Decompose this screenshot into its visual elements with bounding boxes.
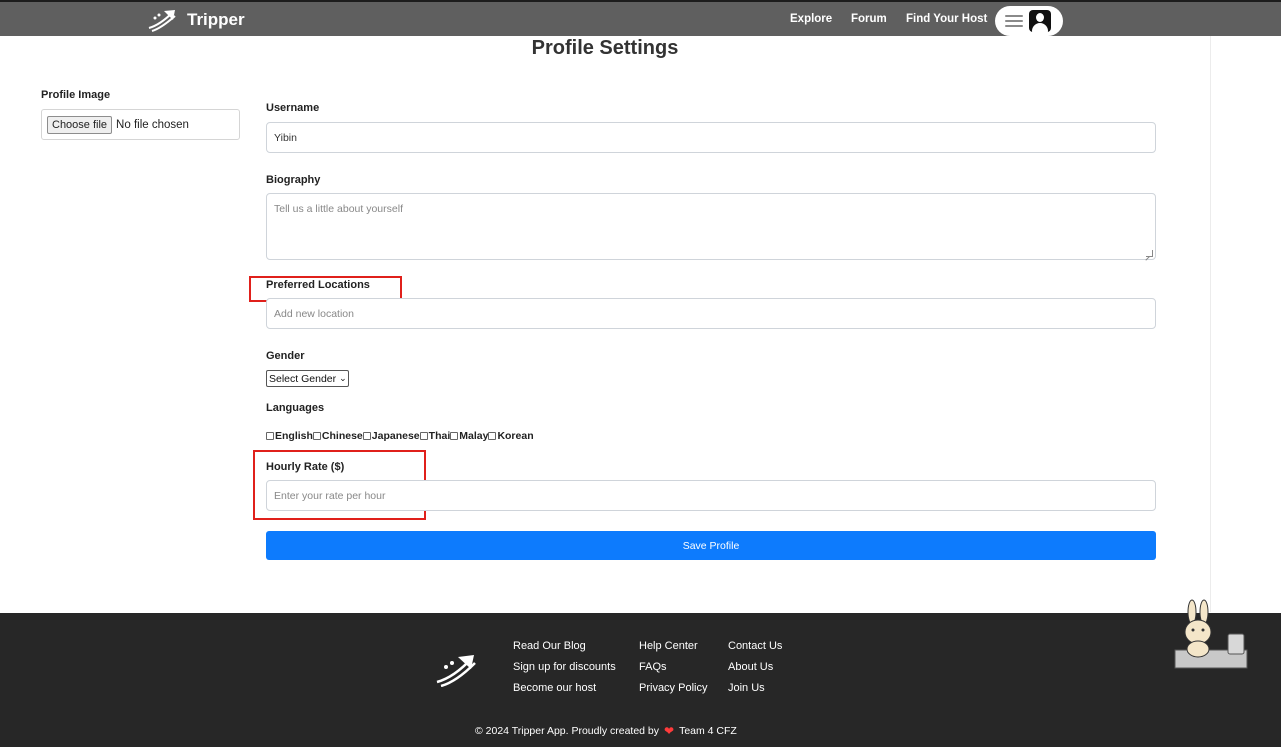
username-label: Username	[266, 102, 320, 114]
save-profile-button[interactable]: Save Profile	[266, 531, 1156, 560]
language-option-malay[interactable]: Malay	[450, 430, 488, 442]
checkbox[interactable]	[312, 432, 321, 440]
footer-link-sign-up-for-discounts[interactable]: Sign up for discounts	[513, 661, 616, 673]
user-icon	[1029, 10, 1051, 32]
content-border	[1210, 36, 1211, 612]
file-status: No file chosen	[116, 118, 189, 131]
languages-group: English Chinese Japanese Thai Malay Kore…	[266, 430, 534, 442]
resize-handle-icon[interactable]	[1146, 250, 1153, 257]
profile-image-label: Profile Image	[41, 89, 111, 101]
profile-image-input[interactable]: Choose file No file chosen	[41, 109, 240, 140]
nav-link-forum[interactable]: Forum	[851, 13, 887, 25]
heart-icon: ❤	[664, 724, 675, 738]
languages-label: Languages	[266, 402, 325, 414]
footer-link-faqs[interactable]: FAQs	[639, 661, 667, 673]
copyright-prefix: © 2024 Tripper App. Proudly created by	[475, 725, 660, 737]
brand[interactable]: Tripper	[146, 8, 245, 32]
location-input[interactable]: Add new location	[266, 298, 1156, 329]
footer-link-help-center[interactable]: Help Center	[639, 640, 698, 652]
footer-link-become-our-host[interactable]: Become our host	[513, 682, 596, 694]
footer-logo-icon	[436, 655, 476, 687]
footer-link-contact-us[interactable]: Contact Us	[728, 640, 782, 652]
footer-link-read-our-blog[interactable]: Read Our Blog	[513, 640, 586, 652]
copyright: © 2024 Tripper App. Proudly created by ❤…	[475, 724, 737, 738]
mascot-image	[1174, 599, 1248, 669]
footer-link-join-us[interactable]: Join Us	[728, 682, 765, 694]
language-option-korean[interactable]: Korean	[488, 430, 534, 442]
checkbox[interactable]	[488, 432, 497, 440]
language-option-japanese[interactable]: Japanese	[362, 430, 420, 442]
nav-link-explore[interactable]: Explore	[790, 13, 832, 25]
chevron-down-icon: ⌄	[339, 373, 347, 383]
copyright-suffix: Team 4 CFZ	[679, 725, 737, 737]
logo-icon	[148, 10, 176, 32]
nav-link-find-your-host[interactable]: Find Your Host	[906, 13, 987, 25]
page-title: Profile Settings	[531, 37, 679, 59]
checkbox[interactable]	[362, 432, 371, 440]
brand-name: Tripper	[187, 10, 245, 29]
checkbox[interactable]	[419, 432, 428, 440]
username-input[interactable]: Yibin	[266, 122, 1156, 153]
username-value: Yibin	[274, 131, 297, 144]
location-placeholder: Add new location	[274, 307, 354, 320]
biography-label: Biography	[266, 174, 321, 186]
footer-link-privacy-policy[interactable]: Privacy Policy	[639, 682, 707, 694]
checkbox[interactable]	[450, 432, 459, 440]
hourly-rate-input[interactable]: Enter your rate per hour	[266, 480, 1156, 511]
user-menu-button[interactable]	[995, 6, 1063, 36]
checkbox[interactable]	[266, 432, 274, 440]
language-option-thai[interactable]: Thai	[419, 430, 450, 442]
biography-placeholder: Tell us a little about yourself	[274, 203, 403, 215]
choose-file-button[interactable]: Choose file	[47, 115, 113, 134]
gender-select[interactable]: Select Gender ⌄	[266, 370, 349, 387]
top-navbar: Tripper Explore Forum Find Your Host	[0, 0, 1281, 36]
language-option-chinese[interactable]: Chinese	[312, 430, 363, 442]
footer-link-about-us[interactable]: About Us	[728, 661, 773, 673]
hourly-rate-placeholder: Enter your rate per hour	[274, 489, 386, 502]
gender-label: Gender	[266, 350, 305, 362]
language-option-english[interactable]: English	[266, 430, 313, 442]
gender-selected: Select Gender	[269, 372, 337, 385]
hamburger-icon	[1005, 15, 1023, 27]
biography-textarea[interactable]: Tell us a little about yourself	[266, 193, 1156, 260]
